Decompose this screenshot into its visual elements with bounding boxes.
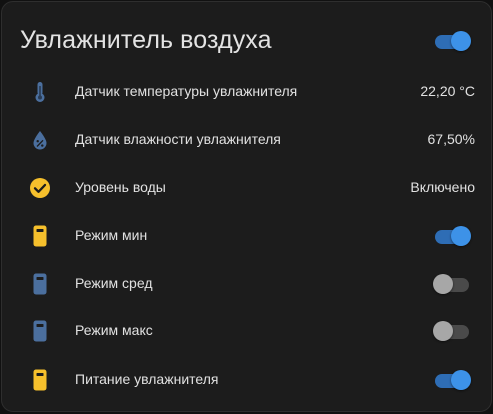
check-circle-icon	[28, 176, 52, 200]
card-title: Увлажнитель воздуха	[20, 26, 272, 54]
row-label: Режим мин	[75, 227, 148, 243]
mode-min-toggle[interactable]	[433, 225, 471, 247]
entity-row-water-level[interactable]: Уровень воды Включено	[2, 164, 491, 212]
mode-mid-toggle[interactable]	[433, 273, 469, 295]
master-toggle[interactable]	[433, 30, 471, 52]
toggle-thumb	[433, 321, 453, 341]
row-label: Датчик температуры увлажнителя	[75, 83, 298, 99]
humidifier-card: Увлажнитель воздуха Датчик температуры у…	[1, 1, 492, 412]
power-toggle[interactable]	[433, 369, 471, 391]
row-label: Уровень воды	[75, 179, 166, 195]
toggle-thumb	[433, 274, 453, 294]
entity-row-mode-mid[interactable]: Режим сред	[2, 260, 491, 308]
row-label: Датчик влажности увлажнителя	[75, 131, 281, 147]
row-label: Питание увлажнителя	[75, 371, 219, 387]
device-icon	[28, 319, 52, 343]
toggle-thumb	[451, 226, 471, 246]
device-icon	[28, 272, 52, 296]
row-value: 22,20 °C	[420, 83, 475, 99]
entity-row-temperature[interactable]: Датчик температуры увлажнителя 22,20 °C	[2, 68, 491, 116]
row-value: Включено	[410, 179, 475, 195]
row-label: Режим сред	[75, 275, 153, 291]
entity-row-mode-max[interactable]: Режим макс	[2, 307, 491, 355]
toggle-thumb	[451, 31, 471, 51]
entity-row-power[interactable]: Питание увлажнителя	[2, 356, 491, 404]
device-icon	[28, 224, 52, 248]
row-value: 67,50%	[427, 131, 475, 147]
card-header: Увлажнитель воздуха	[2, 2, 491, 74]
water-percent-icon	[28, 128, 52, 152]
row-label: Режим макс	[75, 322, 153, 338]
entity-row-mode-min[interactable]: Режим мин	[2, 212, 491, 260]
entity-row-humidity[interactable]: Датчик влажности увлажнителя 67,50%	[2, 116, 491, 164]
thermometer-icon	[28, 80, 52, 104]
device-icon	[28, 368, 52, 392]
mode-max-toggle[interactable]	[433, 320, 469, 342]
toggle-thumb	[451, 370, 471, 390]
